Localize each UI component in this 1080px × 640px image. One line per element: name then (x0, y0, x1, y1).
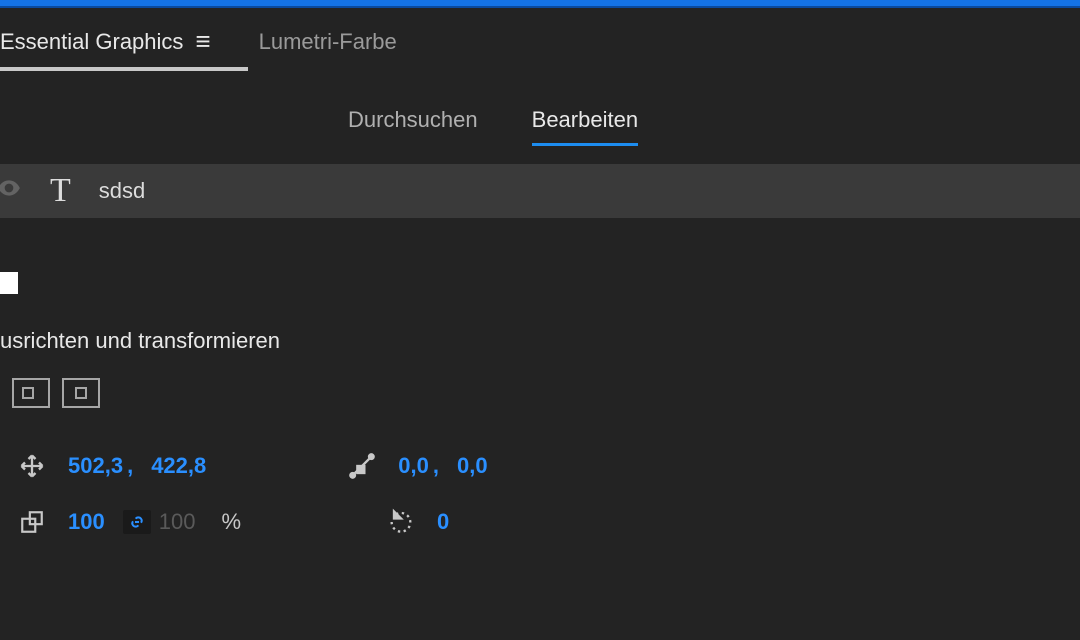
anchor-sep: , (433, 453, 439, 479)
tab-lumetri-farbe[interactable]: Lumetri-Farbe (259, 29, 397, 55)
anchor-group: 0,0 , 0,0 (344, 452, 487, 480)
subtab-edit[interactable]: Bearbeiten (532, 107, 638, 146)
sub-tabs: Durchsuchen Bearbeiten (0, 71, 1080, 146)
subtab-browse[interactable]: Durchsuchen (348, 107, 478, 146)
transform-properties: 502,3 , 422,8 0,0 , 0,0 (0, 438, 1080, 550)
layer-name[interactable]: sdsd (99, 178, 145, 204)
link-scale-icon[interactable] (123, 510, 151, 534)
position-x-value[interactable]: 502,3 (68, 453, 123, 479)
rotation-group: 0 (383, 508, 449, 536)
align-frame-button[interactable] (12, 378, 50, 408)
rotation-value[interactable]: 0 (437, 509, 449, 535)
panel-tabs: Essential Graphics ≡ Lumetri-Farbe (0, 8, 1080, 57)
visibility-eye-icon[interactable] (0, 175, 22, 207)
position-row: 502,3 , 422,8 0,0 , 0,0 (0, 438, 1080, 494)
panel-menu-icon[interactable]: ≡ (195, 26, 210, 57)
anchor-y-value[interactable]: 0,0 (457, 453, 488, 479)
anchor-x-value[interactable]: 0,0 (398, 453, 429, 479)
position-icon (14, 452, 50, 480)
align-center-button[interactable] (62, 378, 100, 408)
scale-icon (14, 509, 50, 535)
align-center-inner-icon (75, 387, 87, 399)
tab-essential-graphics-label: Essential Graphics (0, 29, 183, 55)
align-frame-inner-icon (22, 387, 34, 399)
position-y-value[interactable]: 422,8 (151, 453, 206, 479)
rotation-icon (383, 508, 419, 536)
align-buttons-row (12, 378, 1080, 408)
subtab-browse-label: Durchsuchen (348, 107, 478, 132)
tab-lumetri-farbe-label: Lumetri-Farbe (259, 29, 397, 55)
scale-x-value[interactable]: 100 (68, 509, 105, 535)
scale-row: 100 100 % 0 (0, 494, 1080, 550)
position-sep: , (127, 453, 133, 479)
essential-graphics-panel: Essential Graphics ≡ Lumetri-Farbe Durch… (0, 8, 1080, 640)
window-top-accent (0, 0, 1080, 8)
text-layer-icon: T (50, 172, 71, 210)
anchor-point-icon (344, 452, 380, 480)
fill-color-swatch[interactable] (0, 272, 18, 294)
layer-row[interactable]: T sdsd (0, 164, 1080, 218)
scale-unit: % (221, 509, 241, 535)
tab-essential-graphics[interactable]: Essential Graphics ≡ (0, 26, 211, 57)
section-align-transform-title: usrichten und transformieren (0, 328, 1080, 354)
scale-y-value[interactable]: 100 (159, 509, 196, 535)
subtab-edit-label: Bearbeiten (532, 107, 638, 132)
